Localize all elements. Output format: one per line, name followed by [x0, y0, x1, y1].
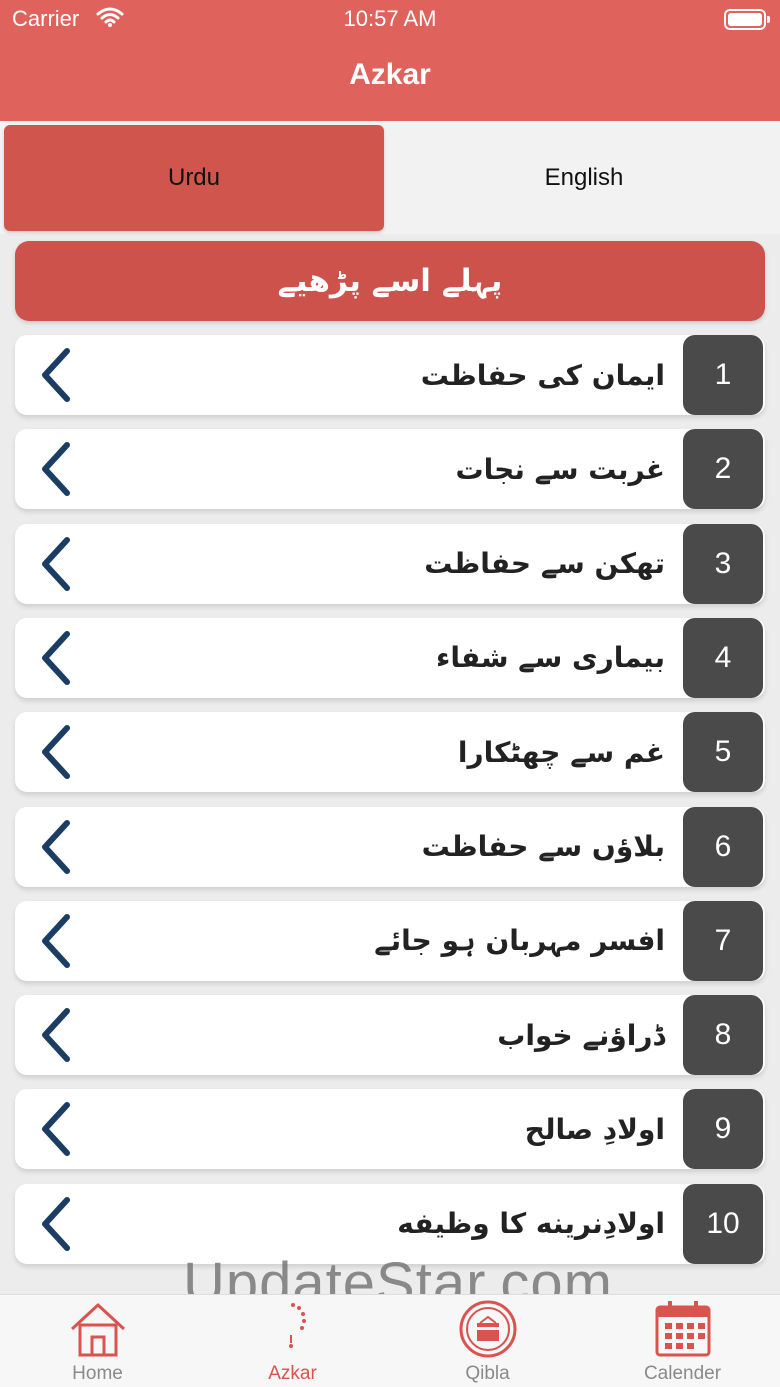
nav-header: Carrier 10:57 AM Azkar	[0, 0, 780, 121]
chevron-left-icon	[42, 725, 70, 780]
list-item-card[interactable]: افسر مہربان ہو جائے 7	[15, 900, 765, 981]
tab-home-label: Home	[72, 1363, 123, 1384]
list-item-card[interactable]: اولادِ صالح 9	[15, 1089, 765, 1170]
list-item-number: 9	[683, 1089, 763, 1170]
calendar-icon	[655, 1301, 711, 1357]
tasbih-icon	[289, 1303, 306, 1348]
list-item[interactable]: افسر مہربان ہو جائے 7	[0, 893, 780, 988]
list-item-number: 10	[683, 1183, 763, 1264]
segment-english[interactable]: English	[392, 125, 776, 231]
language-segmented-control: Urdu English	[0, 121, 780, 234]
tab-calender-label: Calender	[643, 1363, 722, 1384]
tab-azkar[interactable]: Azkar	[195, 1295, 390, 1387]
list-item-title: ڈراؤنے خواب	[497, 1018, 665, 1052]
list-item[interactable]: ڈراؤنے خواب 8	[0, 988, 780, 1083]
list-item[interactable]: بیماری سے شفاء 4	[0, 610, 780, 705]
chevron-left-icon	[42, 819, 70, 874]
chevron-left-icon	[42, 1008, 70, 1063]
list-item-title: اولادِ صالح	[524, 1112, 665, 1146]
battery-icon	[724, 9, 770, 30]
list-item-number: 3	[683, 523, 763, 604]
list-item-card[interactable]: بیماری سے شفاء 4	[15, 617, 765, 698]
list-item-number: 1	[683, 335, 763, 415]
list-item-title: بلاؤں سے حفاظت	[421, 830, 665, 863]
segment-urdu[interactable]: Urdu	[4, 125, 384, 231]
tab-qibla[interactable]: Qibla	[390, 1295, 585, 1387]
list-item-number: 4	[683, 617, 763, 698]
list-item-title: بیماری سے شفاء	[436, 641, 665, 675]
list-item[interactable]: بلاؤں سے حفاظت 6	[0, 799, 780, 894]
list-item-number: 5	[683, 712, 763, 793]
chevron-left-icon	[42, 1102, 70, 1157]
list-item-card[interactable]: ڈراؤنے خواب 8	[15, 995, 765, 1076]
list-item[interactable]: تھکن سے حفاظت 3	[0, 516, 780, 611]
tab-calender[interactable]: Calender	[585, 1295, 780, 1387]
chevron-left-icon	[42, 348, 70, 402]
chevron-left-icon	[42, 913, 70, 968]
list-item-title: غربت سے نجات	[455, 452, 665, 486]
list-item-title: تھکن سے حفاظت	[424, 547, 665, 581]
read-first-button[interactable]: پہلے اسے پڑھیے	[15, 241, 765, 321]
tab-azkar-label: Azkar	[268, 1363, 317, 1384]
list-item-number: 8	[683, 995, 763, 1076]
chevron-left-icon	[42, 442, 70, 497]
list-item-card[interactable]: بلاؤں سے حفاظت 6	[15, 806, 765, 887]
list-item-card[interactable]: ایمان کی حفاظت 1	[15, 335, 765, 415]
tab-home[interactable]: Home	[0, 1295, 195, 1387]
tab-bar: Home Azkar Qibla Calender	[0, 1294, 780, 1387]
list-item[interactable]: غربت سے نجات 2	[0, 422, 780, 517]
clock: 10:57 AM	[343, 6, 437, 31]
list-item-number: 6	[683, 806, 763, 887]
list-item-number: 2	[683, 429, 763, 510]
chevron-left-icon	[42, 630, 70, 685]
list-item-card[interactable]: غم سے چھٹکارا 5	[15, 712, 765, 793]
status-bar: Carrier 10:57 AM	[0, 0, 780, 40]
kaaba-icon	[459, 1300, 517, 1358]
list-item-title: ایمان کی حفاظت	[420, 358, 665, 392]
list-item-title: افسر مہربان ہو جائے	[374, 924, 665, 958]
list-item[interactable]: غم سے چھٹکارا 5	[0, 705, 780, 800]
home-icon	[70, 1303, 126, 1357]
list-item-card[interactable]: غربت سے نجات 2	[15, 429, 765, 510]
list-item[interactable]: ایمان کی حفاظت 1	[0, 328, 780, 422]
chevron-left-icon	[42, 536, 70, 591]
chevron-left-icon	[42, 1196, 70, 1251]
list-item[interactable]: اولادِ صالح 9	[0, 1082, 780, 1177]
list-item-number: 7	[683, 900, 763, 981]
list-item-card[interactable]: تھکن سے حفاظت 3	[15, 523, 765, 604]
page-title: Azkar	[349, 58, 431, 91]
list-item-title: غم سے چھٹکارا	[457, 735, 665, 769]
tab-qibla-label: Qibla	[465, 1363, 510, 1384]
